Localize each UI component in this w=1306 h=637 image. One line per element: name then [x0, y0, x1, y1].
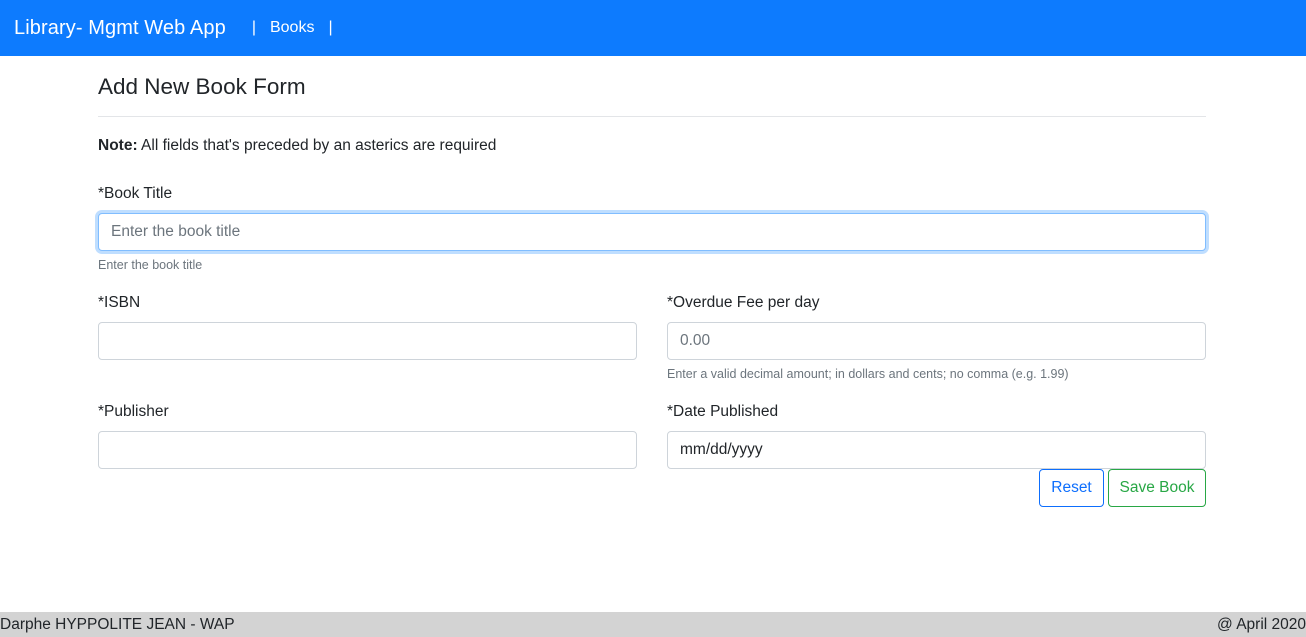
publisher-label: *Publisher: [98, 403, 169, 420]
note-text: All fields that's preceded by an asteric…: [137, 137, 497, 154]
note-label: Note:: [98, 137, 138, 154]
nav-separator: |: [251, 19, 256, 36]
book-title-label: *Book Title: [98, 185, 173, 202]
save-book-button[interactable]: Save Book: [1108, 469, 1206, 507]
footer-date: @ April 2020: [1217, 615, 1306, 633]
overdue-fee-help: Enter a valid decimal amount; in dollars…: [667, 367, 1069, 381]
footer-author: Darphe HYPPOLITE JEAN - WAP: [0, 615, 235, 633]
page-title: Add New Book Form: [98, 74, 306, 99]
page-footer: Darphe HYPPOLITE JEAN - WAP @ April 2020: [0, 612, 1306, 637]
overdue-fee-input[interactable]: [667, 322, 1206, 360]
book-title-input[interactable]: [98, 213, 1206, 251]
date-published-input[interactable]: [667, 431, 1206, 469]
nav-link-books[interactable]: Books: [270, 19, 314, 37]
reset-button[interactable]: Reset: [1039, 469, 1104, 507]
book-title-help: Enter the book title: [98, 258, 203, 272]
nav-separator: |: [328, 19, 333, 36]
brand-link[interactable]: Library- Mgmt Web App: [14, 17, 226, 40]
required-note: Note: All fields that's preceded by an a…: [98, 137, 496, 155]
date-published-label: *Date Published: [667, 403, 779, 420]
publisher-input[interactable]: [98, 431, 637, 469]
top-navbar: Library- Mgmt Web App | Books |: [0, 0, 1306, 56]
overdue-fee-label: *Overdue Fee per day: [667, 294, 820, 311]
title-divider: [98, 116, 1206, 117]
isbn-label: *ISBN: [98, 294, 141, 311]
isbn-input[interactable]: [98, 322, 637, 360]
